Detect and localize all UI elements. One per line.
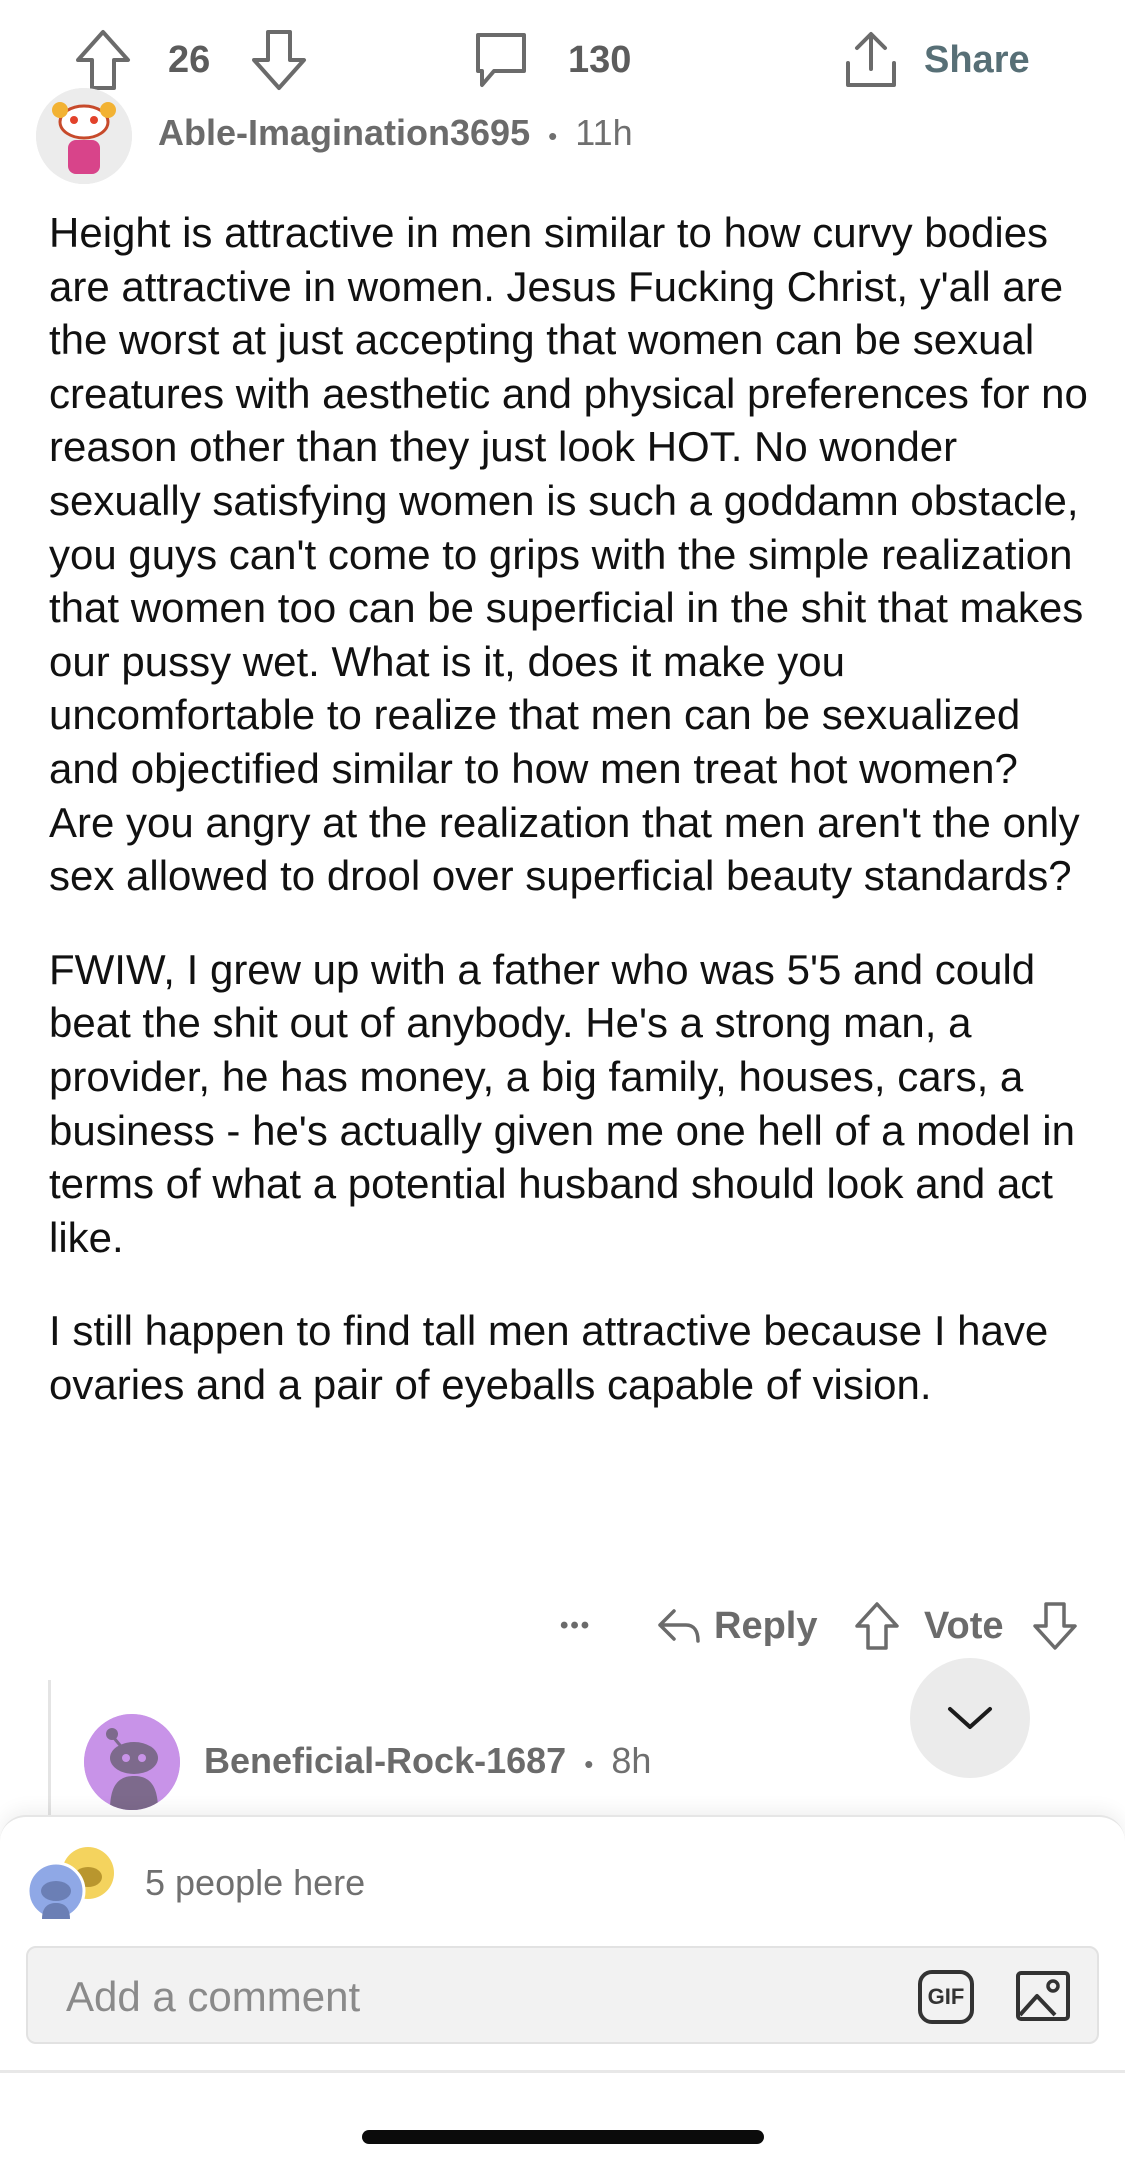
comment-age: 11h xyxy=(575,112,633,153)
comment-more-button[interactable]: ••• xyxy=(560,1596,591,1656)
avatar[interactable] xyxy=(84,1714,180,1810)
comment-author[interactable]: Able-Imagination3695 xyxy=(158,112,530,153)
avatar-stack-icon xyxy=(26,1847,114,1921)
reply-arrow-icon xyxy=(658,1609,700,1643)
presence-count: 5 people here xyxy=(145,1862,366,1903)
reply-meta: Beneficial-Rock-1687 • 8h xyxy=(204,1740,651,1782)
avatar[interactable] xyxy=(36,88,132,184)
reply-age: 8h xyxy=(611,1740,652,1781)
comment-body: Height is attractive in men similar to h… xyxy=(49,206,1089,1451)
comment-paragraph: Height is attractive in men similar to h… xyxy=(49,209,1088,900)
presence-avatars xyxy=(26,1845,126,1925)
share-button[interactable]: Share xyxy=(842,28,1030,92)
image-button[interactable] xyxy=(1015,1968,1071,2024)
home-indicator[interactable] xyxy=(362,2130,764,2144)
vote-label: Vote xyxy=(924,1604,1004,1647)
chevron-down-icon xyxy=(948,1707,992,1729)
upvote-arrow-icon xyxy=(76,30,130,90)
downvote-button[interactable] xyxy=(250,28,308,92)
meta-separator: • xyxy=(548,121,558,151)
share-label: Share xyxy=(924,38,1030,81)
snoo-avatar-graphic xyxy=(36,88,132,184)
reply-button[interactable]: Reply xyxy=(656,1596,817,1656)
comment-upvote-button[interactable] xyxy=(854,1596,900,1656)
reply-label: Reply xyxy=(714,1604,818,1647)
comment-count: 130 xyxy=(568,38,632,81)
divider xyxy=(0,2070,1125,2073)
downvote-arrow-icon xyxy=(1033,1602,1077,1650)
collapse-button[interactable] xyxy=(910,1658,1030,1778)
vote-score: 26 xyxy=(168,38,211,81)
comment-paragraph: FWIW, I grew up with a father who was 5'… xyxy=(49,945,1075,1261)
comment-downvote-button[interactable] xyxy=(1032,1596,1078,1656)
comment-input-box[interactable]: GIF xyxy=(26,1946,1099,2044)
upvote-arrow-icon xyxy=(855,1602,899,1650)
post-action-bar: 26 130 Share xyxy=(0,0,1125,120)
meta-separator: • xyxy=(584,1749,594,1779)
downvote-arrow-icon xyxy=(252,30,306,90)
comment-input[interactable] xyxy=(64,1968,888,2026)
comment-bubble-icon xyxy=(476,33,526,87)
upvote-button[interactable] xyxy=(74,28,132,92)
comment-meta: Able-Imagination3695 • 11h xyxy=(158,112,633,154)
comment-paragraph: I still happen to find tall men attracti… xyxy=(49,1307,1049,1408)
image-icon xyxy=(1016,1971,1070,2021)
thread-line[interactable] xyxy=(48,1680,51,1820)
reply-author[interactable]: Beneficial-Rock-1687 xyxy=(204,1740,566,1781)
more-options-icon: ••• xyxy=(560,1612,592,1639)
comments-button[interactable] xyxy=(472,28,530,92)
share-icon xyxy=(846,32,896,87)
snoo-avatar-graphic xyxy=(84,1714,180,1810)
gif-button[interactable]: GIF xyxy=(918,1970,974,2024)
